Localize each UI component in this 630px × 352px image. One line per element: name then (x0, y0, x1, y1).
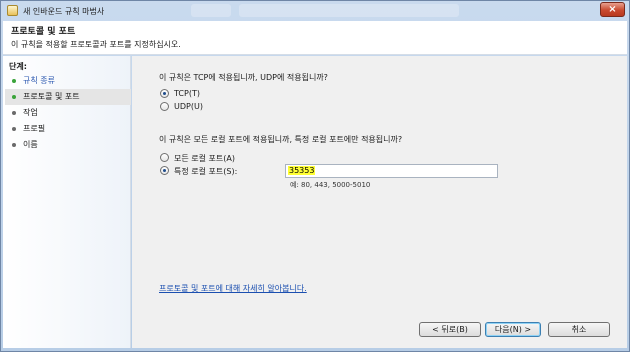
cancel-button[interactable]: 취소 (548, 322, 610, 337)
step-label: 작업 (23, 108, 38, 117)
step-done-dot-icon (12, 79, 16, 83)
step-label: 이름 (23, 140, 38, 149)
protocol-question: 이 규칙은 TCP에 적용됩니까, UDP에 적용됩니까? (159, 73, 328, 82)
step-protocol-ports[interactable]: 프로토콜 및 포트 (5, 89, 131, 105)
background-search-shadow (239, 4, 459, 17)
step-label: 규칙 종류 (23, 76, 55, 85)
wizard-window: 새 인바운드 규칙 마법사 × 프로토콜 및 포트 이 규칙을 적용할 프로토콜… (0, 0, 630, 352)
window-title: 새 인바운드 규칙 마법사 (23, 7, 105, 16)
step-name: 이름 (5, 137, 131, 153)
steps-panel: 단계: 규칙 종류 프로토콜 및 포트 작업 프로필 이름 (3, 56, 131, 348)
all-ports-radio-button[interactable] (160, 153, 169, 162)
step-label: 프로필 (23, 124, 46, 133)
step-pending-dot-icon (12, 127, 16, 131)
tcp-radio-label: TCP(T) (174, 89, 200, 98)
step-action: 작업 (5, 105, 131, 121)
step-pending-dot-icon (12, 111, 16, 115)
specific-ports-radio-label: 특정 로컬 포트(S): (174, 167, 238, 176)
firewall-app-icon (7, 5, 18, 16)
ports-question: 이 규칙은 모든 로컬 포트에 적용됩니까, 특정 로컬 포트에만 적용됩니까? (159, 135, 403, 144)
step-pending-dot-icon (12, 143, 16, 147)
all-ports-radio-label: 모든 로컬 포트(A) (174, 154, 235, 163)
next-button[interactable]: 다음(N) > (485, 322, 541, 337)
ports-example-hint: 예: 80, 443, 5000-5010 (290, 181, 371, 189)
specific-ports-radio-button[interactable] (160, 166, 169, 175)
page-header: 프로토콜 및 포트 이 규칙을 적용할 프로토콜과 포트를 지정하십시오. (3, 21, 627, 55)
step-label: 프로토콜 및 포트 (23, 92, 80, 101)
step-profile: 프로필 (5, 121, 131, 137)
step-current-dot-icon (12, 95, 16, 99)
specific-ports-input[interactable]: 35353 (285, 164, 498, 178)
title-bar: 새 인바운드 규칙 마법사 × (1, 1, 629, 21)
port-value: 35353 (288, 166, 316, 175)
wizard-content: 이 규칙은 TCP에 적용됩니까, UDP에 적용됩니까? TCP(T) UDP… (132, 56, 627, 348)
back-button[interactable]: < 뒤로(B) (419, 322, 481, 337)
page-subtitle: 이 규칙을 적용할 프로토콜과 포트를 지정하십시오. (11, 40, 181, 49)
page-title: 프로토콜 및 포트 (11, 27, 76, 37)
close-button[interactable]: × (600, 2, 625, 17)
learn-more-link[interactable]: 프로토콜 및 포트에 대해 자세히 알아봅니다. (159, 283, 307, 294)
background-tab-shadow (191, 4, 231, 17)
steps-heading: 단계: (9, 62, 27, 71)
udp-radio-label: UDP(U) (174, 102, 203, 111)
step-rule-type[interactable]: 규칙 종류 (5, 73, 131, 89)
tcp-radio-button[interactable] (160, 89, 169, 98)
udp-radio-button[interactable] (160, 102, 169, 111)
